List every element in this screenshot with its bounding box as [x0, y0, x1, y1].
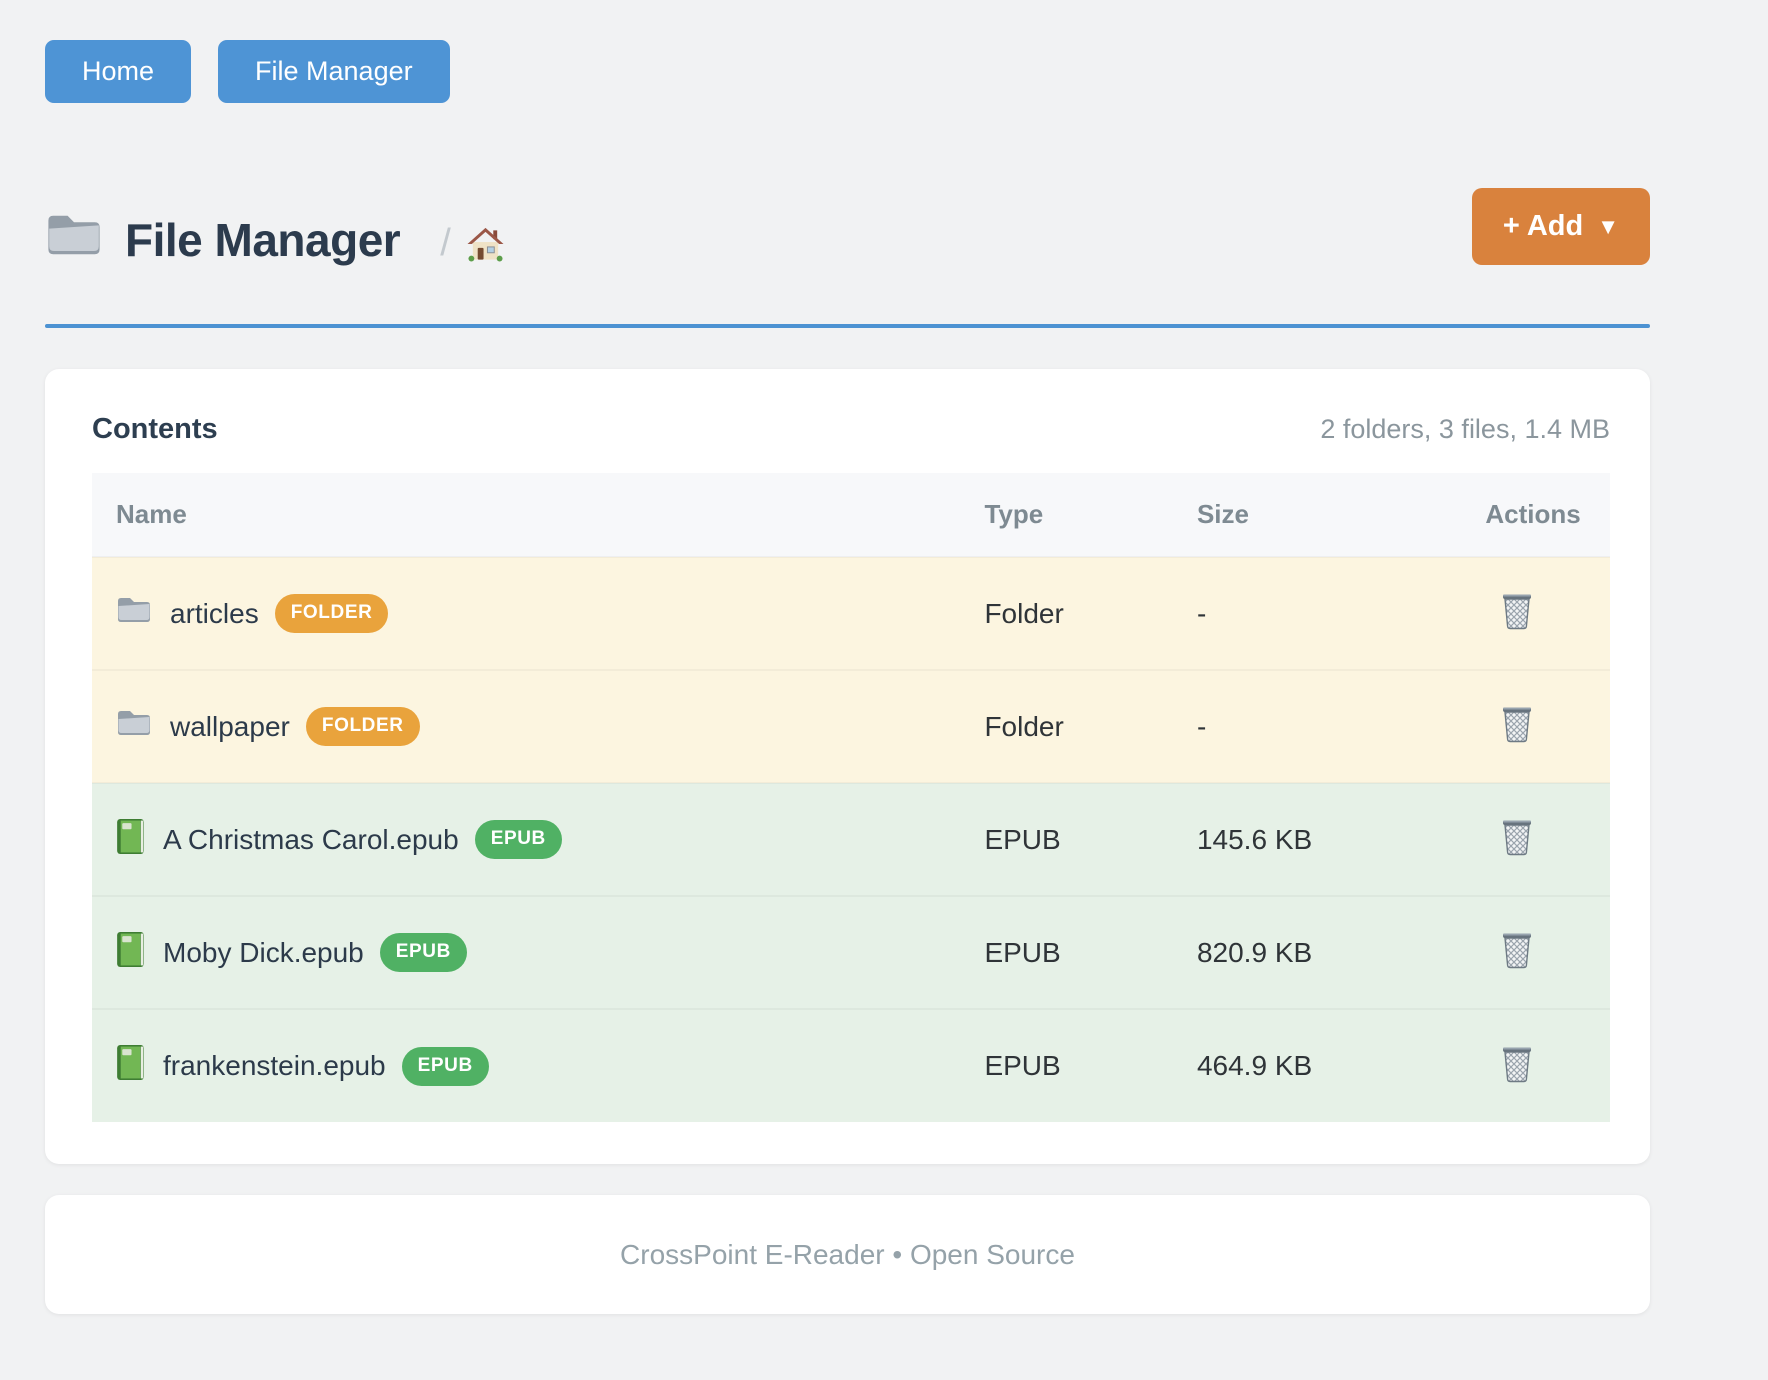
- chevron-down-icon: ▼: [1597, 214, 1619, 240]
- nav-home-button[interactable]: Home: [45, 40, 191, 103]
- breadcrumb: /: [440, 224, 504, 266]
- delete-button[interactable]: [1499, 929, 1535, 969]
- footer-card: CrossPoint E-Reader • Open Source: [45, 1195, 1650, 1314]
- type-cell: Folder: [972, 557, 1185, 670]
- contents-title: Contents: [92, 413, 218, 446]
- contents-card-header: Contents 2 folders, 3 files, 1.4 MB: [92, 413, 1610, 446]
- contents-card: Contents 2 folders, 3 files, 1.4 MB Name…: [45, 369, 1650, 1164]
- file-name-link[interactable]: articles: [170, 598, 259, 630]
- green-book-icon: [116, 818, 145, 862]
- table-row: wallpaper FOLDER Folder -: [92, 670, 1610, 783]
- files-table: Name Type Size Actions: [92, 473, 1610, 1122]
- table-row: A Christmas Carol.epub EPUB EPUB 145.6 K…: [92, 783, 1610, 896]
- wastebasket-icon: [1499, 957, 1535, 972]
- delete-button[interactable]: [1499, 816, 1535, 856]
- folder-icon: [116, 708, 152, 745]
- top-nav: Home File Manager: [45, 40, 1650, 103]
- delete-button[interactable]: [1499, 590, 1535, 630]
- wastebasket-icon: [1499, 731, 1535, 746]
- delete-button[interactable]: [1499, 1043, 1535, 1083]
- green-book-icon: [116, 931, 145, 975]
- footer-text: CrossPoint E-Reader • Open Source: [620, 1239, 1075, 1271]
- size-cell: -: [1185, 557, 1473, 670]
- folder-icon: [116, 595, 152, 632]
- breadcrumb-separator: /: [440, 224, 451, 262]
- size-cell: 820.9 KB: [1185, 896, 1473, 1009]
- breadcrumb-home-link[interactable]: [467, 226, 504, 262]
- page-title: File Manager: [125, 215, 400, 266]
- type-cell: EPUB: [972, 1009, 1185, 1122]
- green-book-icon: [116, 1044, 145, 1088]
- column-header-name: Name: [92, 473, 972, 557]
- file-name-link[interactable]: wallpaper: [170, 711, 290, 743]
- column-header-type: Type: [972, 473, 1185, 557]
- contents-summary: 2 folders, 3 files, 1.4 MB: [1320, 414, 1610, 445]
- file-name-link[interactable]: A Christmas Carol.epub: [163, 824, 459, 856]
- table-row: Moby Dick.epub EPUB EPUB 820.9 KB: [92, 896, 1610, 1009]
- wastebasket-icon: [1499, 844, 1535, 859]
- nav-file-manager-button[interactable]: File Manager: [218, 40, 450, 103]
- house-icon: [467, 250, 504, 265]
- type-badge: FOLDER: [306, 707, 420, 746]
- type-badge: EPUB: [380, 933, 467, 972]
- file-name-link[interactable]: frankenstein.epub: [163, 1050, 386, 1082]
- header-divider: [45, 324, 1650, 328]
- file-name-link[interactable]: Moby Dick.epub: [163, 937, 364, 969]
- page-container: Home File Manager File Manager /: [0, 0, 1768, 1314]
- size-cell: 464.9 KB: [1185, 1009, 1473, 1122]
- folder-icon: [45, 211, 103, 264]
- size-cell: -: [1185, 670, 1473, 783]
- table-row: articles FOLDER Folder -: [92, 557, 1610, 670]
- add-button[interactable]: + Add ▼: [1472, 188, 1650, 265]
- delete-button[interactable]: [1499, 703, 1535, 743]
- wastebasket-icon: [1499, 1071, 1535, 1086]
- type-badge: EPUB: [402, 1047, 489, 1086]
- contents-table-body: articles FOLDER Folder -: [92, 557, 1610, 1122]
- wastebasket-icon: [1499, 618, 1535, 633]
- column-header-actions: Actions: [1473, 473, 1610, 557]
- add-button-label: + Add: [1503, 210, 1583, 243]
- type-cell: Folder: [972, 670, 1185, 783]
- type-badge: EPUB: [475, 820, 562, 859]
- type-cell: EPUB: [972, 783, 1185, 896]
- page-header: File Manager / + Add ▼: [45, 188, 1650, 266]
- type-badge: FOLDER: [275, 594, 389, 633]
- column-header-size: Size: [1185, 473, 1473, 557]
- size-cell: 145.6 KB: [1185, 783, 1473, 896]
- table-header-row: Name Type Size Actions: [92, 473, 1610, 557]
- table-row: frankenstein.epub EPUB EPUB 464.9 KB: [92, 1009, 1610, 1122]
- type-cell: EPUB: [972, 896, 1185, 1009]
